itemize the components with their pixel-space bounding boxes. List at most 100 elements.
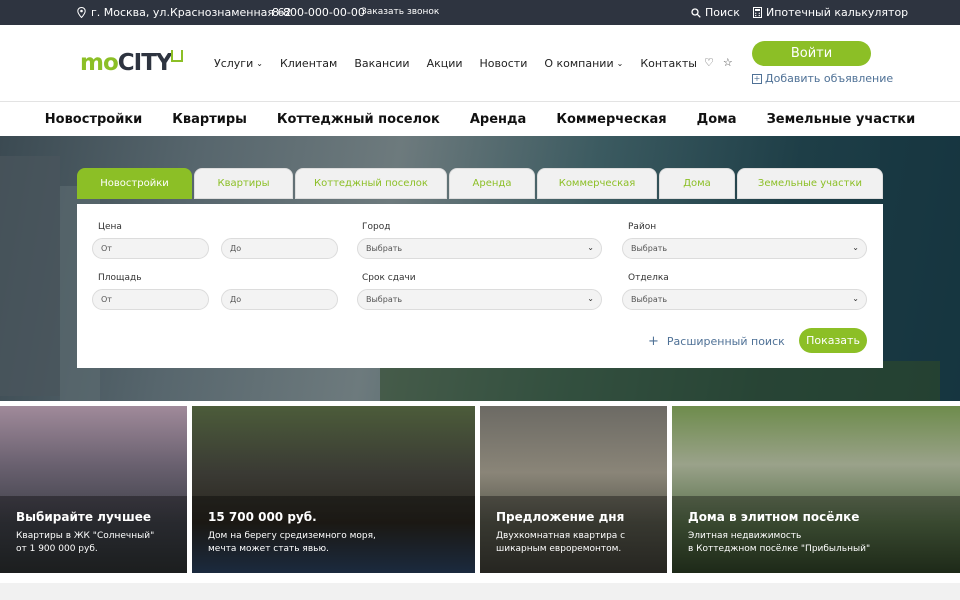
price-label: Цена bbox=[98, 222, 122, 232]
category-new-buildings[interactable]: Новостройки bbox=[45, 112, 143, 127]
bottom-strip bbox=[0, 583, 960, 600]
selected-value: Выбрать bbox=[366, 295, 403, 304]
nav-about[interactable]: О компании ⌄ bbox=[544, 57, 623, 70]
plus-icon: + bbox=[752, 73, 762, 84]
chevron-down-icon: ⌄ bbox=[852, 243, 859, 252]
nav-contacts[interactable]: Контакты bbox=[640, 57, 697, 70]
promo-title: Дома в элитном посёлке bbox=[688, 510, 860, 524]
finish-select[interactable]: Выбрать ⌄ bbox=[622, 289, 867, 310]
desc-line: от 1 900 000 руб. bbox=[16, 544, 98, 554]
promo-description: Квартиры в ЖК "Солнечный" от 1 900 000 ру… bbox=[16, 530, 154, 556]
city-label: Город bbox=[362, 222, 391, 232]
term-select[interactable]: Выбрать ⌄ bbox=[357, 289, 602, 310]
promo-card[interactable]: Предложение дня Двухкомнатная квартира с… bbox=[480, 406, 667, 573]
category-rent[interactable]: Аренда bbox=[470, 112, 526, 127]
placeholder: До bbox=[230, 244, 242, 253]
nav-label: Услуги bbox=[214, 57, 254, 70]
tab-commercial[interactable]: Коммерческая bbox=[537, 168, 657, 199]
chevron-down-icon: ⌄ bbox=[256, 59, 263, 68]
chevron-down-icon: ⌄ bbox=[852, 294, 859, 303]
area-label: Площадь bbox=[98, 273, 142, 283]
selected-value: Выбрать bbox=[631, 295, 668, 304]
nav-services[interactable]: Услуги ⌄ bbox=[214, 57, 263, 70]
area-to-input[interactable]: До bbox=[221, 289, 338, 310]
tab-new-buildings[interactable]: Новостройки bbox=[77, 168, 192, 199]
chevron-down-icon: ⌄ bbox=[587, 243, 594, 252]
plus-icon: + bbox=[648, 334, 659, 349]
finish-label: Отделка bbox=[628, 273, 669, 283]
calculator-label: Ипотечный калькулятор bbox=[766, 6, 909, 19]
tab-rent[interactable]: Аренда bbox=[449, 168, 535, 199]
category-houses[interactable]: Дома bbox=[697, 112, 737, 127]
advanced-search-label: Расширенный поиск bbox=[666, 335, 785, 348]
mortgage-calculator-link[interactable]: Ипотечный калькулятор bbox=[753, 6, 908, 19]
category-cottage-village[interactable]: Коттеджный поселок bbox=[277, 112, 440, 127]
area-from-input[interactable]: От bbox=[92, 289, 209, 310]
top-bar: г. Москва, ул.Краснознаменная 62 8-800-0… bbox=[0, 0, 960, 25]
promo-title: 15 700 000 руб. bbox=[208, 510, 317, 524]
house-icon bbox=[170, 50, 183, 62]
promo-description: Дом на берегу средиземного моря, мечта мо… bbox=[208, 530, 376, 556]
tab-land[interactable]: Земельные участки bbox=[737, 168, 883, 199]
desc-line: шикарным евроремонтом. bbox=[496, 544, 622, 554]
price-to-input[interactable]: До bbox=[221, 238, 338, 259]
search-label: Поиск bbox=[705, 6, 740, 19]
location-icon bbox=[77, 7, 86, 18]
login-button[interactable]: Войти bbox=[752, 41, 871, 66]
nav-promotions[interactable]: Акции bbox=[427, 57, 463, 70]
address-text: г. Москва, ул.Краснознаменная 62 bbox=[91, 6, 292, 19]
category-commercial[interactable]: Коммерческая bbox=[556, 112, 666, 127]
calculator-icon bbox=[753, 7, 762, 18]
selected-value: Выбрать bbox=[631, 244, 668, 253]
promo-card[interactable]: Выбирайте лучшее Квартиры в ЖК "Солнечны… bbox=[0, 406, 187, 573]
category-land[interactable]: Земельные участки bbox=[767, 112, 916, 127]
price-from-input[interactable]: От bbox=[92, 238, 209, 259]
desc-line: Дом на берегу средиземного моря, bbox=[208, 531, 376, 541]
hero-building bbox=[0, 156, 60, 396]
show-results-button[interactable]: Показать bbox=[799, 328, 867, 353]
tab-houses[interactable]: Дома bbox=[659, 168, 735, 199]
promo-card[interactable]: 15 700 000 руб. Дом на берегу средиземно… bbox=[192, 406, 475, 573]
search-link[interactable]: Поиск bbox=[691, 6, 740, 19]
desc-line: Двухкомнатная квартира с bbox=[496, 531, 626, 541]
desc-line: в Коттеджном посёлке "Прибыльный" bbox=[688, 544, 871, 554]
address[interactable]: г. Москва, ул.Краснознаменная 62 bbox=[77, 6, 292, 19]
category-bar: Новостройки Квартиры Коттеджный поселок … bbox=[0, 102, 960, 136]
category-apartments[interactable]: Квартиры bbox=[172, 112, 247, 127]
header-icons: ♡ ☆ bbox=[704, 56, 733, 69]
logo-city: CITY bbox=[117, 50, 173, 76]
heart-icon[interactable]: ♡ bbox=[704, 56, 714, 69]
placeholder: До bbox=[230, 295, 242, 304]
tab-cottage-village[interactable]: Коттеджный поселок bbox=[295, 168, 447, 199]
star-icon[interactable]: ☆ bbox=[723, 56, 733, 69]
city-select[interactable]: Выбрать ⌄ bbox=[357, 238, 602, 259]
desc-line: Элитная недвижимость bbox=[688, 531, 802, 541]
callback-link[interactable]: Заказать звонок bbox=[361, 7, 439, 17]
chevron-down-icon: ⌄ bbox=[587, 294, 594, 303]
logo[interactable]: moCITY bbox=[80, 50, 184, 76]
district-select[interactable]: Выбрать ⌄ bbox=[622, 238, 867, 259]
search-tabs: Новостройки Квартиры Коттеджный поселок … bbox=[77, 168, 885, 199]
promo-title: Выбирайте лучшее bbox=[16, 510, 152, 524]
promo-description: Двухкомнатная квартира с шикарным еврорем… bbox=[496, 530, 625, 556]
tab-apartments[interactable]: Квартиры bbox=[194, 168, 293, 199]
nav-vacancies[interactable]: Вакансии bbox=[354, 57, 409, 70]
nav-news[interactable]: Новости bbox=[480, 57, 528, 70]
chevron-down-icon: ⌄ bbox=[616, 59, 624, 68]
term-label: Срок сдачи bbox=[362, 273, 416, 283]
placeholder: От bbox=[101, 244, 112, 253]
phone-number[interactable]: 8-800-000-00-00 bbox=[272, 6, 365, 19]
header: moCITY Услуги ⌄ Клиентам Вакансии Акции Н… bbox=[0, 25, 960, 102]
district-label: Район bbox=[628, 222, 657, 232]
nav-clients[interactable]: Клиентам bbox=[280, 57, 337, 70]
advanced-search-link[interactable]: + Расширенный поиск bbox=[648, 334, 785, 349]
desc-line: Квартиры в ЖК "Солнечный" bbox=[16, 531, 155, 541]
add-listing-label: Добавить объявление bbox=[765, 72, 894, 85]
add-listing-link[interactable]: + Добавить объявление bbox=[752, 72, 893, 85]
search-icon bbox=[691, 7, 701, 18]
promo-description: Элитная недвижимость в Коттеджном посёлке… bbox=[688, 530, 870, 556]
promo-card[interactable]: Дома в элитном посёлке Элитная недвижимо… bbox=[672, 406, 960, 573]
logo-mo: mo bbox=[80, 50, 119, 76]
main-nav: Услуги ⌄ Клиентам Вакансии Акции Новости … bbox=[214, 57, 714, 70]
selected-value: Выбрать bbox=[366, 244, 403, 253]
